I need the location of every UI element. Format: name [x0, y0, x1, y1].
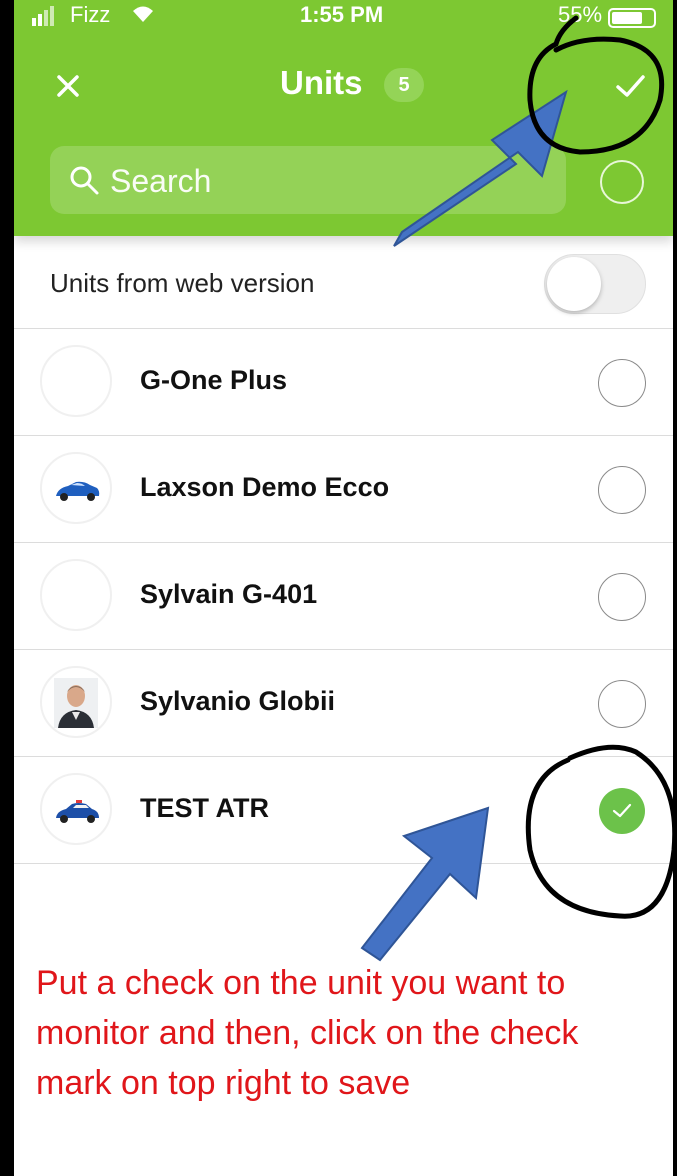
- checkmark-icon: [612, 803, 632, 818]
- select-all-radio[interactable]: [600, 160, 644, 204]
- status-bar: Fizz 1:55 PM 55%: [14, 0, 673, 32]
- unit-avatar: [40, 559, 112, 631]
- unit-name: G-One Plus: [140, 365, 288, 395]
- unit-select-radio[interactable]: [598, 466, 646, 514]
- status-time: 1:55 PM: [300, 2, 384, 27]
- save-checkmark-icon[interactable]: [610, 68, 650, 104]
- unit-name: Sylvanio Globii: [140, 686, 336, 716]
- unit-name: TEST ATR: [140, 793, 269, 823]
- battery-icon: [608, 8, 656, 28]
- web-units-label: Units from web version: [50, 268, 315, 298]
- web-units-row: Units from web version: [14, 236, 673, 329]
- unit-avatar: [40, 773, 112, 845]
- unit-avatar: [40, 452, 112, 524]
- unit-select-radio[interactable]: [598, 573, 646, 621]
- police-car-icon: [56, 800, 99, 823]
- unit-name: Sylvain G-401: [140, 579, 318, 609]
- battery-percent: 55%: [558, 2, 603, 27]
- unit-avatar: [40, 345, 112, 417]
- unit-row-test-atr[interactable]: TEST ATR: [14, 757, 673, 864]
- web-units-toggle[interactable]: [544, 254, 646, 314]
- unit-row-g-one-plus[interactable]: G-One Plus: [14, 329, 673, 436]
- wifi-icon: [133, 6, 153, 22]
- close-icon[interactable]: [50, 68, 86, 104]
- unit-select-radio[interactable]: [598, 680, 646, 728]
- unit-avatar: [40, 666, 112, 738]
- carrier-label: Fizz: [70, 2, 111, 27]
- unit-select-radio[interactable]: [598, 359, 646, 407]
- unit-select-radio-checked[interactable]: [599, 788, 645, 834]
- toggle-knob: [547, 257, 601, 311]
- unit-row-laxson-demo-ecco[interactable]: Laxson Demo Ecco: [14, 436, 673, 543]
- unit-count-badge: 5: [384, 68, 424, 102]
- person-photo: [54, 678, 98, 728]
- phone-screen: Fizz 1:55 PM 55% Units 5 Units from web …: [14, 0, 673, 1176]
- page-title: Units: [280, 64, 363, 101]
- unit-row-sylvanio-globii[interactable]: Sylvanio Globii: [14, 650, 673, 757]
- search-bar: [50, 146, 566, 214]
- units-header: Fizz 1:55 PM 55% Units 5: [14, 0, 673, 236]
- unit-row-sylvain-g-401[interactable]: Sylvain G-401: [14, 543, 673, 650]
- unit-name: Laxson Demo Ecco: [140, 472, 390, 502]
- signal-icon: [32, 6, 54, 26]
- search-input[interactable]: [108, 156, 552, 206]
- instruction-text: Put a check on the unit you want to moni…: [36, 964, 579, 1102]
- search-icon: [70, 166, 99, 195]
- blue-car-icon: [56, 481, 100, 501]
